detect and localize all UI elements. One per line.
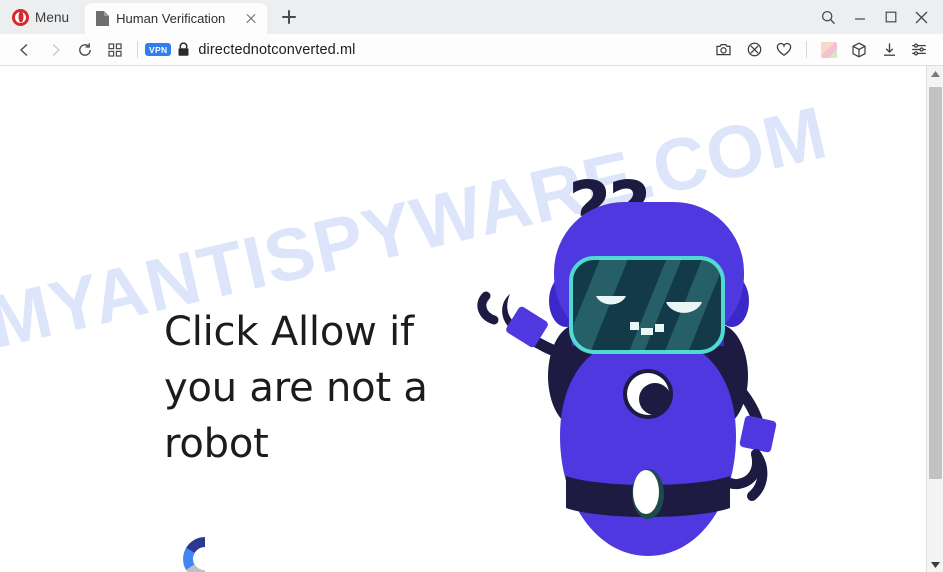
page-icon bbox=[96, 11, 110, 26]
divider bbox=[806, 41, 807, 58]
toolbar-right bbox=[709, 35, 934, 65]
padlock-icon[interactable] bbox=[177, 42, 190, 57]
tab-strip: Menu Human Verification bbox=[0, 0, 943, 34]
opera-logo-icon bbox=[12, 8, 29, 26]
grid-icon[interactable] bbox=[100, 35, 130, 65]
extension-cube-icon[interactable] bbox=[814, 35, 844, 65]
back-arrow-icon[interactable] bbox=[10, 35, 40, 65]
address-input[interactable]: directednotconverted.ml bbox=[198, 42, 709, 58]
tab-human-verification[interactable]: Human Verification bbox=[85, 3, 268, 34]
scroll-track[interactable] bbox=[927, 81, 943, 557]
web-page: MYANTISPYWARE.COM Click Allow if you are… bbox=[0, 66, 926, 572]
reload-icon[interactable] bbox=[70, 35, 100, 65]
minimize-icon[interactable] bbox=[844, 4, 875, 30]
scroll-up-arrow[interactable] bbox=[927, 66, 943, 81]
page-viewport: MYANTISPYWARE.COM Click Allow if you are… bbox=[0, 65, 943, 572]
downloads-icon[interactable] bbox=[874, 35, 904, 65]
menu-button-label: Menu bbox=[35, 9, 70, 25]
scroll-down-arrow[interactable] bbox=[927, 557, 943, 572]
page-title: Click Allow if you are not a robot bbox=[164, 309, 428, 467]
vpn-badge[interactable]: VPN bbox=[145, 43, 172, 56]
divider bbox=[137, 41, 138, 58]
browser-window: Menu Human Verification VPN directednotc… bbox=[0, 0, 943, 572]
close-icon[interactable] bbox=[243, 11, 259, 27]
forward-arrow-icon bbox=[40, 35, 70, 65]
plus-icon[interactable] bbox=[276, 4, 302, 30]
tab-title: Human Verification bbox=[116, 11, 226, 26]
navigation-bar: VPN directednotconverted.ml bbox=[0, 34, 943, 65]
scroll-thumb[interactable] bbox=[928, 87, 942, 479]
package-icon[interactable] bbox=[844, 35, 874, 65]
heart-icon[interactable] bbox=[769, 35, 799, 65]
search-icon[interactable] bbox=[813, 4, 844, 30]
confused-robot-illustration: ? ? bbox=[470, 136, 800, 572]
window-controls bbox=[813, 4, 937, 30]
page-scrollbar[interactable] bbox=[926, 66, 943, 572]
close-window-icon[interactable] bbox=[906, 4, 937, 30]
ad-blocker-icon[interactable] bbox=[739, 35, 769, 65]
maximize-icon[interactable] bbox=[875, 4, 906, 30]
snapshot-icon[interactable] bbox=[709, 35, 739, 65]
easy-setup-icon[interactable] bbox=[904, 35, 934, 65]
opera-menu-button[interactable]: Menu bbox=[8, 3, 77, 31]
captcha-branding: E-CAPTCHA bbox=[170, 532, 240, 572]
